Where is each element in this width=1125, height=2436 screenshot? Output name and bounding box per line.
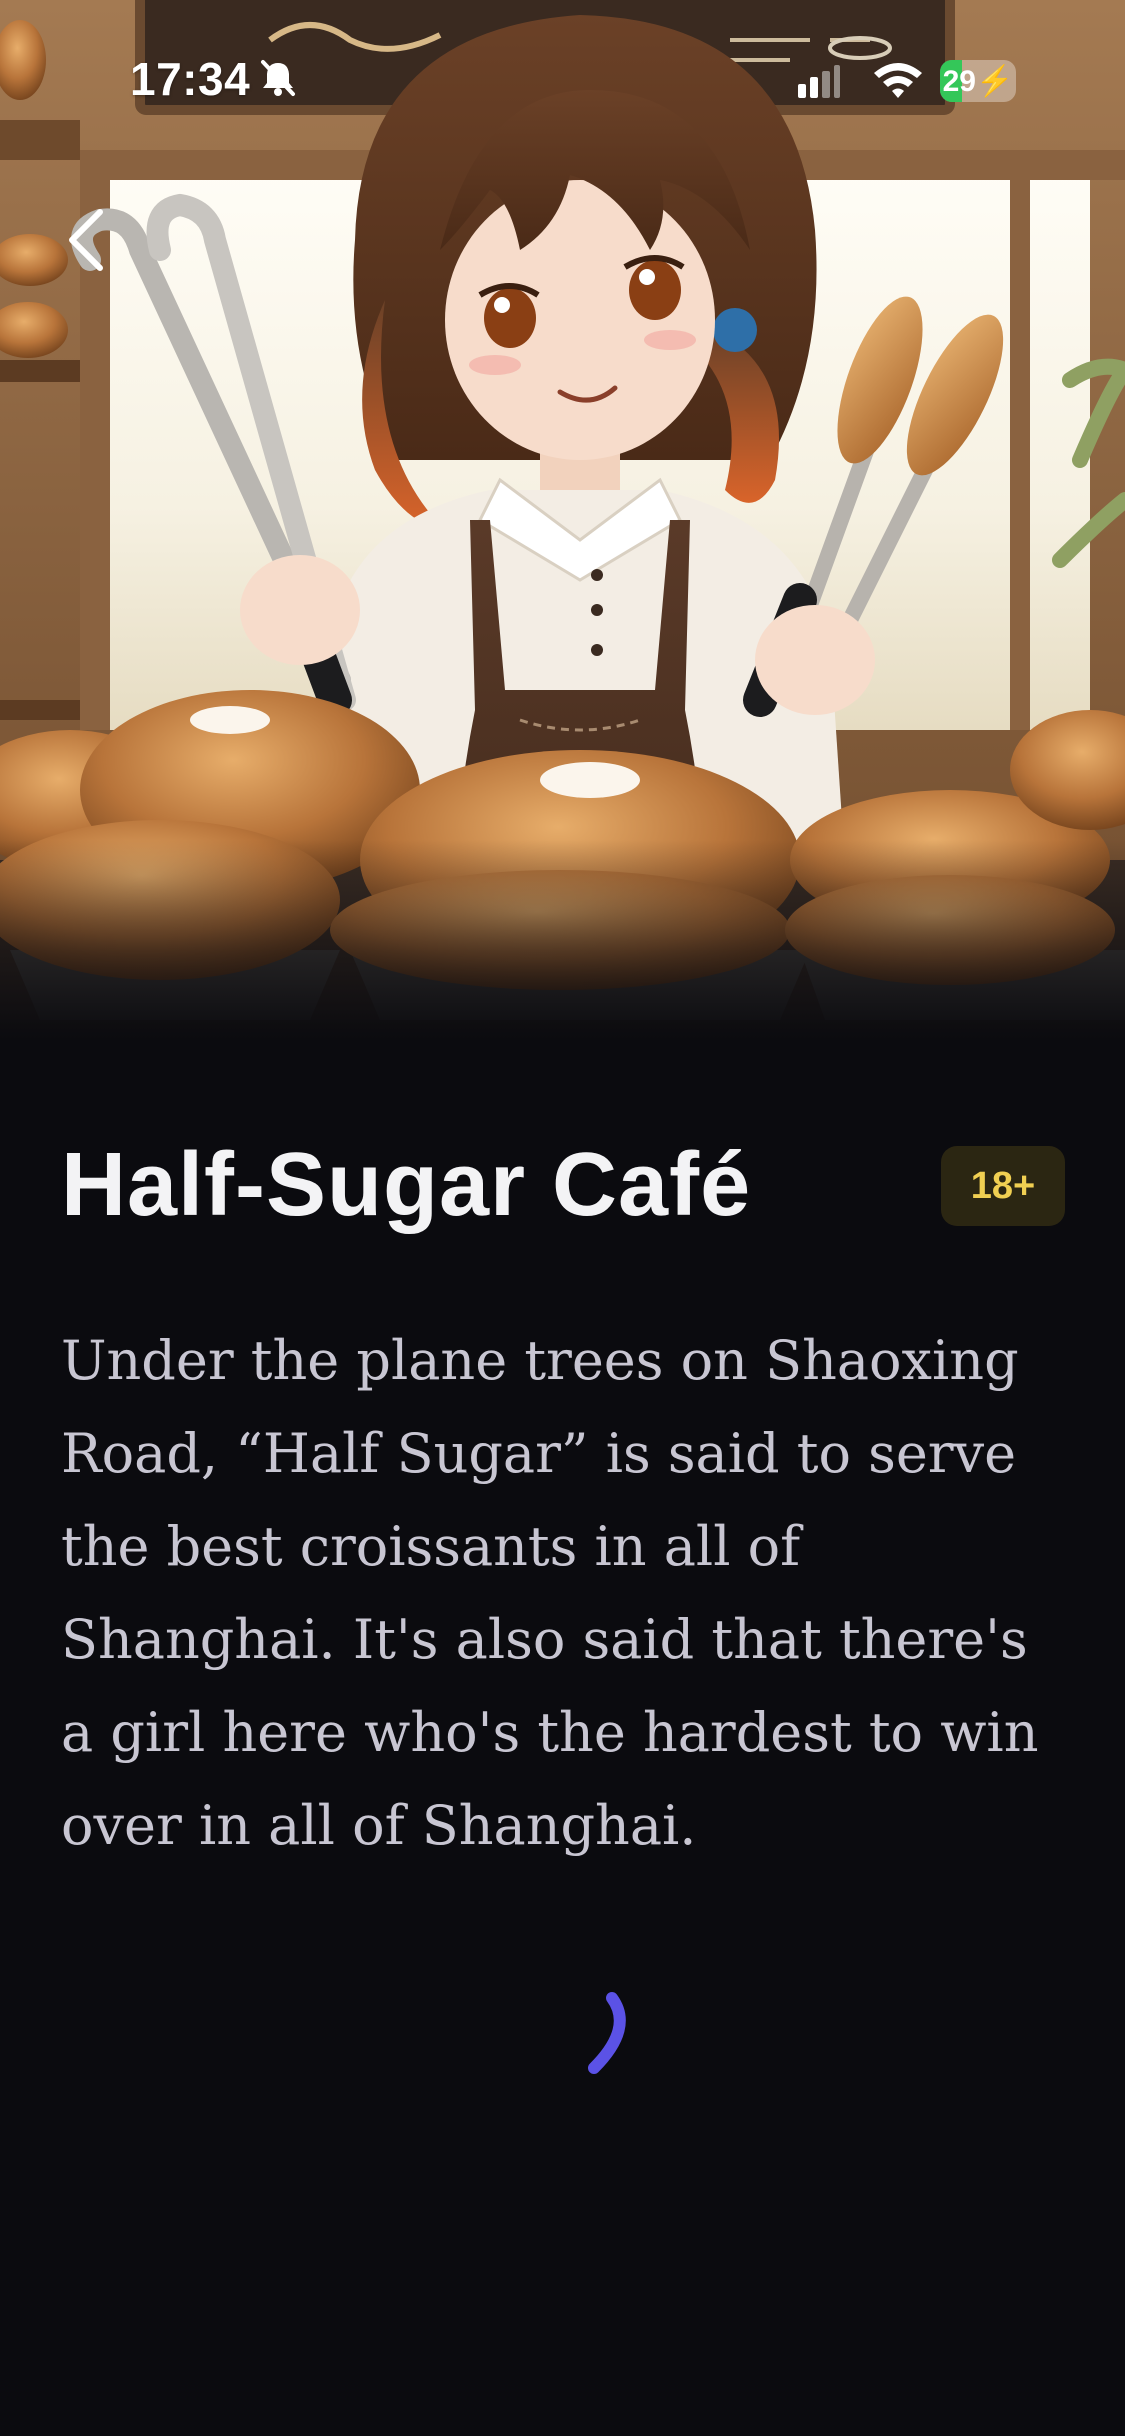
story-detail-screen: 17:34 29⚡ Half-Sugar Café 18+ Under the … (0, 0, 1125, 2436)
story-title: Half-Sugar Café (61, 1135, 752, 1235)
hero-fade-overlay (0, 840, 1125, 1040)
back-button[interactable] (52, 200, 122, 280)
loading-spinner-icon (588, 1992, 626, 2074)
signal-icon (798, 65, 840, 98)
chevron-left-icon (69, 209, 103, 271)
battery-percent-label: 29⚡ (942, 65, 1014, 98)
status-bar: 17:34 29⚡ (0, 0, 1125, 160)
story-description: Under the plane trees on Shaoxing Road, … (61, 1329, 1039, 1857)
age-rating-badge: 18+ (941, 1146, 1065, 1226)
wifi-icon (874, 63, 922, 98)
bell-off-icon (261, 60, 295, 96)
status-time: 17:34 (130, 53, 251, 105)
battery-charging-icon: 29⚡ (940, 60, 1016, 102)
